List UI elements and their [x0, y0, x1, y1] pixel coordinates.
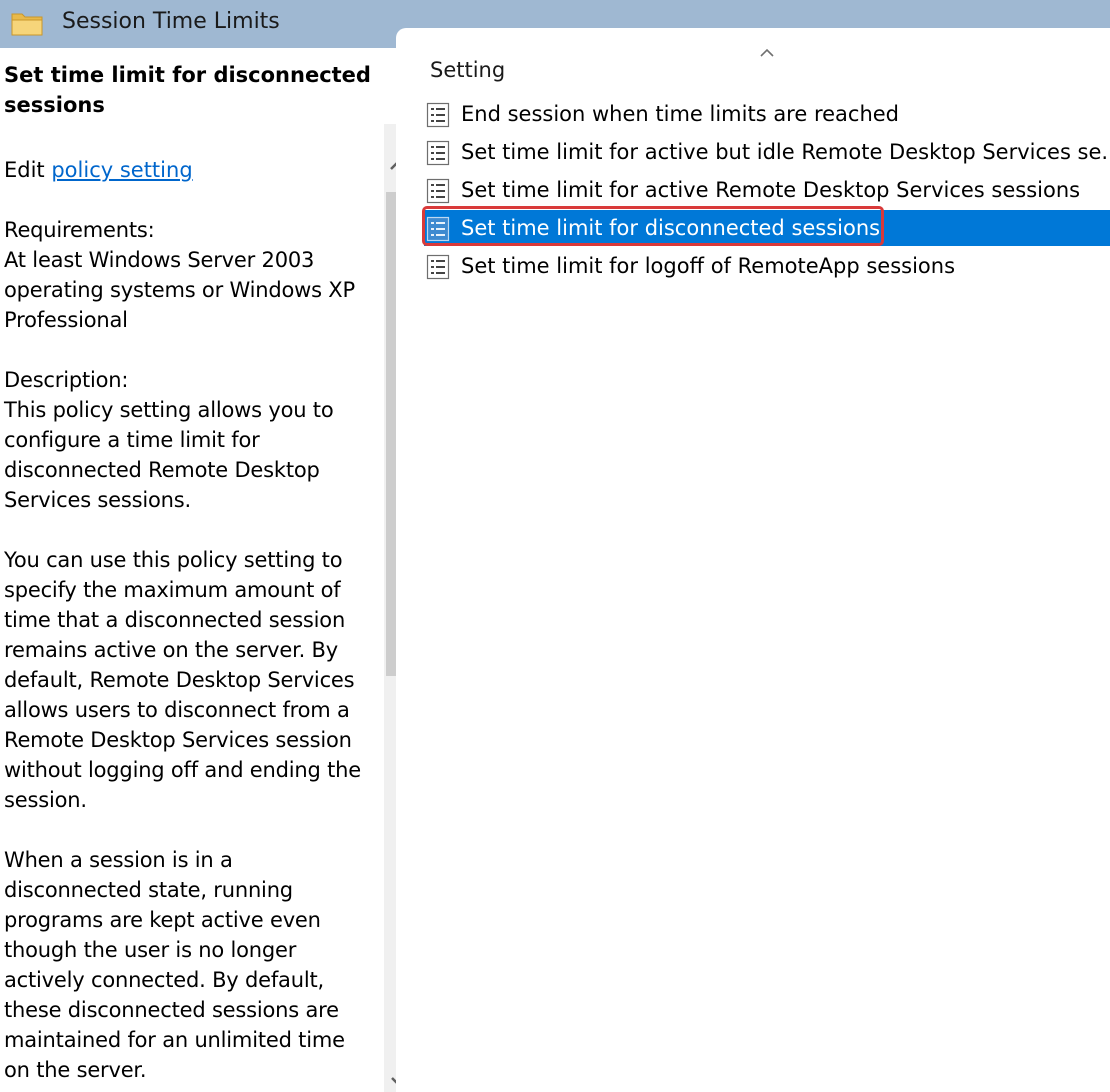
- policy-setting-icon: [426, 216, 450, 242]
- window-title: Session Time Limits: [62, 9, 280, 34]
- description-title: Set time limit for disconnected sessions: [4, 63, 371, 117]
- setting-column-header[interactable]: Setting: [430, 58, 505, 82]
- edit-line: Edit policy setting: [4, 155, 374, 185]
- description-pane: Set time limit for disconnected sessions…: [0, 48, 384, 1092]
- edit-policy-setting-link[interactable]: policy setting: [51, 158, 192, 182]
- setting-row[interactable]: Set time limit for active Remote Desktop…: [424, 172, 1110, 208]
- policy-setting-icon: [426, 140, 450, 166]
- setting-row-label: Set time limit for active Remote Desktop…: [461, 178, 1081, 202]
- setting-row-label: Set time limit for active but idle Remot…: [461, 140, 1109, 164]
- policy-setting-icon: [426, 254, 450, 280]
- folder-icon: [11, 13, 43, 36]
- setting-row[interactable]: Set time limit for disconnected sessions: [424, 210, 1110, 246]
- edit-prefix: Edit: [4, 158, 52, 182]
- setting-row[interactable]: End session when time limits are reached: [424, 96, 1110, 132]
- policy-setting-icon: [426, 102, 450, 128]
- description-text: Requirements: At least Windows Server 20…: [4, 218, 361, 1082]
- setting-row-label: Set time limit for disconnected sessions: [461, 216, 881, 240]
- setting-row[interactable]: Set time limit for logoff of RemoteApp s…: [424, 248, 1110, 284]
- sort-up-icon[interactable]: [758, 46, 776, 58]
- setting-row[interactable]: Set time limit for active but idle Remot…: [424, 134, 1110, 170]
- policy-setting-icon: [426, 178, 450, 204]
- settings-list-pane: Setting End session when time limits are…: [396, 28, 1110, 1092]
- setting-row-label: Set time limit for logoff of RemoteApp s…: [461, 254, 956, 278]
- setting-row-label: End session when time limits are reached: [461, 102, 900, 126]
